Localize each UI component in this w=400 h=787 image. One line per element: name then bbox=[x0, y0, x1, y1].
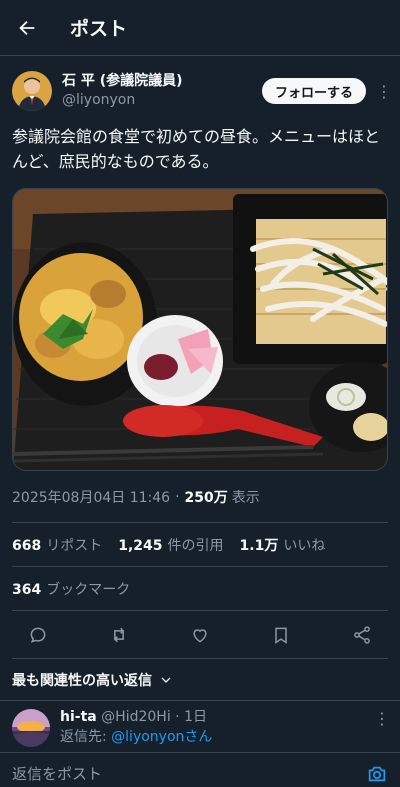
back-arrow-icon[interactable] bbox=[14, 15, 40, 41]
reply-author-name[interactable]: hi-ta bbox=[60, 709, 97, 725]
tweet-text: 参議院会館の食堂で初めての昼食。メニューはほとんど、庶民的なものである。 bbox=[12, 127, 381, 171]
reply-to-label: 返信先: bbox=[60, 729, 107, 745]
chevron-down-icon bbox=[160, 674, 172, 686]
reply-author-handle[interactable]: @Hid20Hi bbox=[101, 709, 171, 725]
reply-to-handle[interactable]: @liyonyonさん bbox=[111, 729, 212, 745]
post-meta: 2025年08月04日 11:46 · 250万 表示 bbox=[12, 471, 388, 523]
action-bar bbox=[12, 611, 388, 659]
like-count-link[interactable]: 1.1万 いいね bbox=[240, 535, 326, 555]
reply-separator: · bbox=[175, 709, 180, 725]
like-icon[interactable] bbox=[190, 625, 210, 645]
quote-count-link[interactable]: 1,245 件の引用 bbox=[118, 535, 223, 555]
repost-icon[interactable] bbox=[109, 625, 129, 645]
quote-count-label: 件の引用 bbox=[167, 537, 224, 554]
like-count: 1.1万 bbox=[239, 537, 279, 554]
camera-icon[interactable] bbox=[366, 763, 388, 785]
reply-icon[interactable] bbox=[28, 625, 48, 645]
bookmark-count: 364 bbox=[12, 581, 42, 598]
author-avatar[interactable] bbox=[12, 71, 52, 111]
engagement-stats: 668 リポスト 1,245 件の引用 1.1万 いいね bbox=[12, 523, 388, 567]
more-icon[interactable]: ⋮ bbox=[376, 82, 392, 101]
repost-count-label: リポスト bbox=[46, 537, 103, 554]
reply-time: 1日 bbox=[184, 709, 207, 725]
repost-count: 668 bbox=[12, 537, 42, 554]
bookmark-stats: 364 ブックマーク bbox=[12, 567, 388, 611]
top-bar: ポスト bbox=[0, 0, 400, 56]
reply-more-icon[interactable]: ⋮ bbox=[374, 709, 390, 728]
page-title: ポスト bbox=[70, 18, 128, 40]
share-icon[interactable] bbox=[352, 625, 372, 645]
author-display-name[interactable]: 石 平 (参議院議員) bbox=[62, 72, 262, 91]
view-count: 250万 bbox=[184, 489, 228, 506]
author-handle[interactable]: @liyonyon bbox=[62, 91, 262, 110]
bookmark-icon[interactable] bbox=[271, 625, 291, 645]
quote-count: 1,245 bbox=[118, 537, 163, 554]
follow-button[interactable]: フォローする bbox=[261, 78, 366, 104]
reply-body: hi-ta @Hid20Hi · 1日 返信先: @liyonyonさん bbox=[60, 707, 388, 752]
meta-separator: · bbox=[175, 488, 180, 505]
post-datetime[interactable]: 2025年08月04日 11:46 bbox=[12, 487, 170, 507]
reply-composer[interactable]: 返信をポスト bbox=[0, 753, 400, 787]
author-row: 石 平 (参議院議員) @liyonyon フォローする ⋮ bbox=[0, 56, 400, 116]
reply-input[interactable]: 返信をポスト bbox=[12, 763, 102, 784]
like-count-label: いいね bbox=[283, 537, 326, 554]
reply-sort-dropdown[interactable]: 最も関連性の高い返信 bbox=[0, 659, 400, 701]
view-count-label: 表示 bbox=[231, 489, 260, 506]
attached-photo[interactable] bbox=[12, 188, 388, 471]
bookmark-count-label: ブックマーク bbox=[46, 581, 131, 598]
reply-avatar[interactable] bbox=[12, 709, 50, 747]
reply-item[interactable]: hi-ta @Hid20Hi · 1日 返信先: @liyonyonさん ⋮ bbox=[0, 701, 400, 753]
author-names: 石 平 (参議院議員) @liyonyon bbox=[62, 72, 262, 110]
repost-count-link[interactable]: 668 リポスト bbox=[12, 535, 102, 555]
reply-sort-label: 最も関連性の高い返信 bbox=[12, 672, 152, 689]
bookmark-count-link[interactable]: 364 ブックマーク bbox=[12, 579, 130, 599]
